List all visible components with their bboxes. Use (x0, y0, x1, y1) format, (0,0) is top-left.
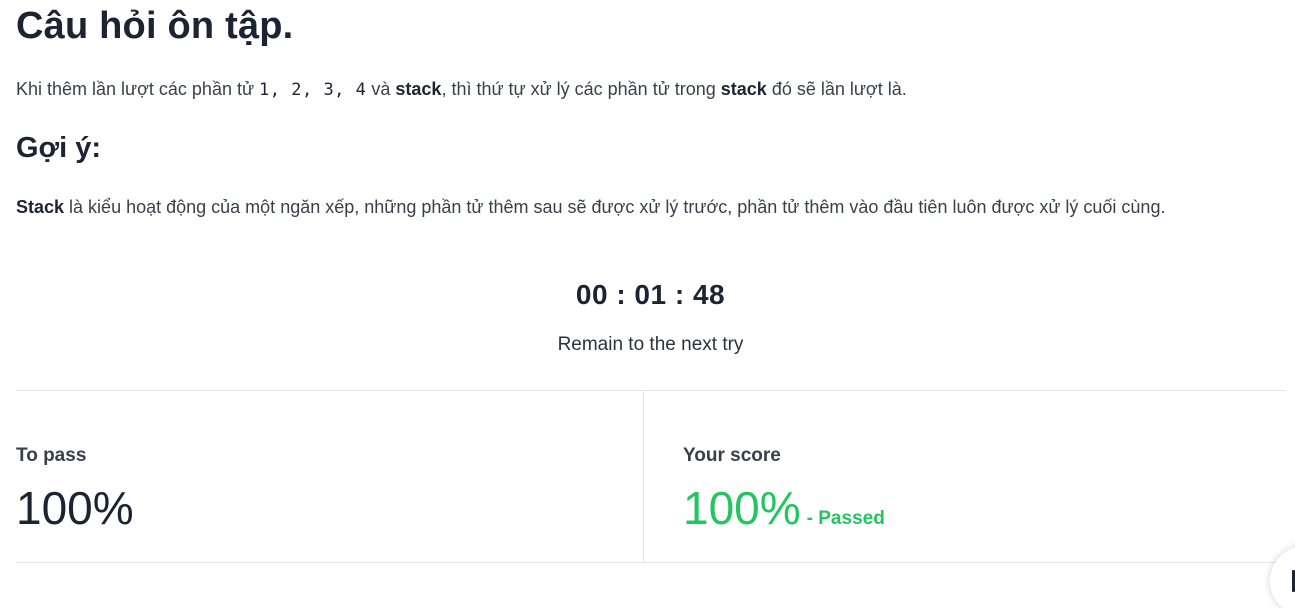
results-divider-bottom (16, 562, 1286, 563)
question-prefix: Khi thêm lần lượt các phần tử (16, 79, 260, 99)
your-score-label: Your score (683, 445, 781, 466)
question-middle-1: và (366, 79, 396, 99)
quiz-result-page: Câu hỏi ôn tập. Khi thêm lần lượt các ph… (0, 0, 1295, 608)
question-middle-2: , thì thứ tự xử lý các phần tử trong (441, 79, 721, 99)
question-text: Khi thêm lần lượt các phần tử 1, 2, 3, 4… (16, 76, 1286, 103)
pass-status: - Passed (806, 508, 885, 529)
question-keyword-2: stack (720, 79, 767, 99)
page-title: Câu hỏi ôn tập. (16, 5, 294, 47)
results-divider-top (16, 390, 1286, 391)
floating-chat-button[interactable] (1270, 546, 1295, 608)
your-score: 100% - Passed (683, 480, 885, 547)
your-score-value: 100% (683, 482, 801, 534)
hint-keyword: Stack (16, 197, 65, 217)
question-sequence: 1, 2, 3, 4 (259, 80, 367, 100)
question-suffix: đó sẽ lần lượt là. (766, 79, 907, 99)
question-keyword-1: stack (395, 79, 442, 99)
hint-body: là kiểu hoạt động của một ngăn xếp, nhữn… (64, 197, 1166, 217)
countdown-timer: 00 : 01 : 48 (575, 279, 726, 310)
countdown-caption: Remain to the next try (557, 334, 744, 355)
hint-text: Stack là kiểu hoạt động của một ngăn xếp… (16, 192, 1291, 222)
to-pass-label: To pass (16, 445, 87, 466)
results-divider-vertical (643, 391, 644, 562)
to-pass-value: 100% (16, 482, 134, 534)
hint-title: Gợi ý: (16, 132, 102, 164)
